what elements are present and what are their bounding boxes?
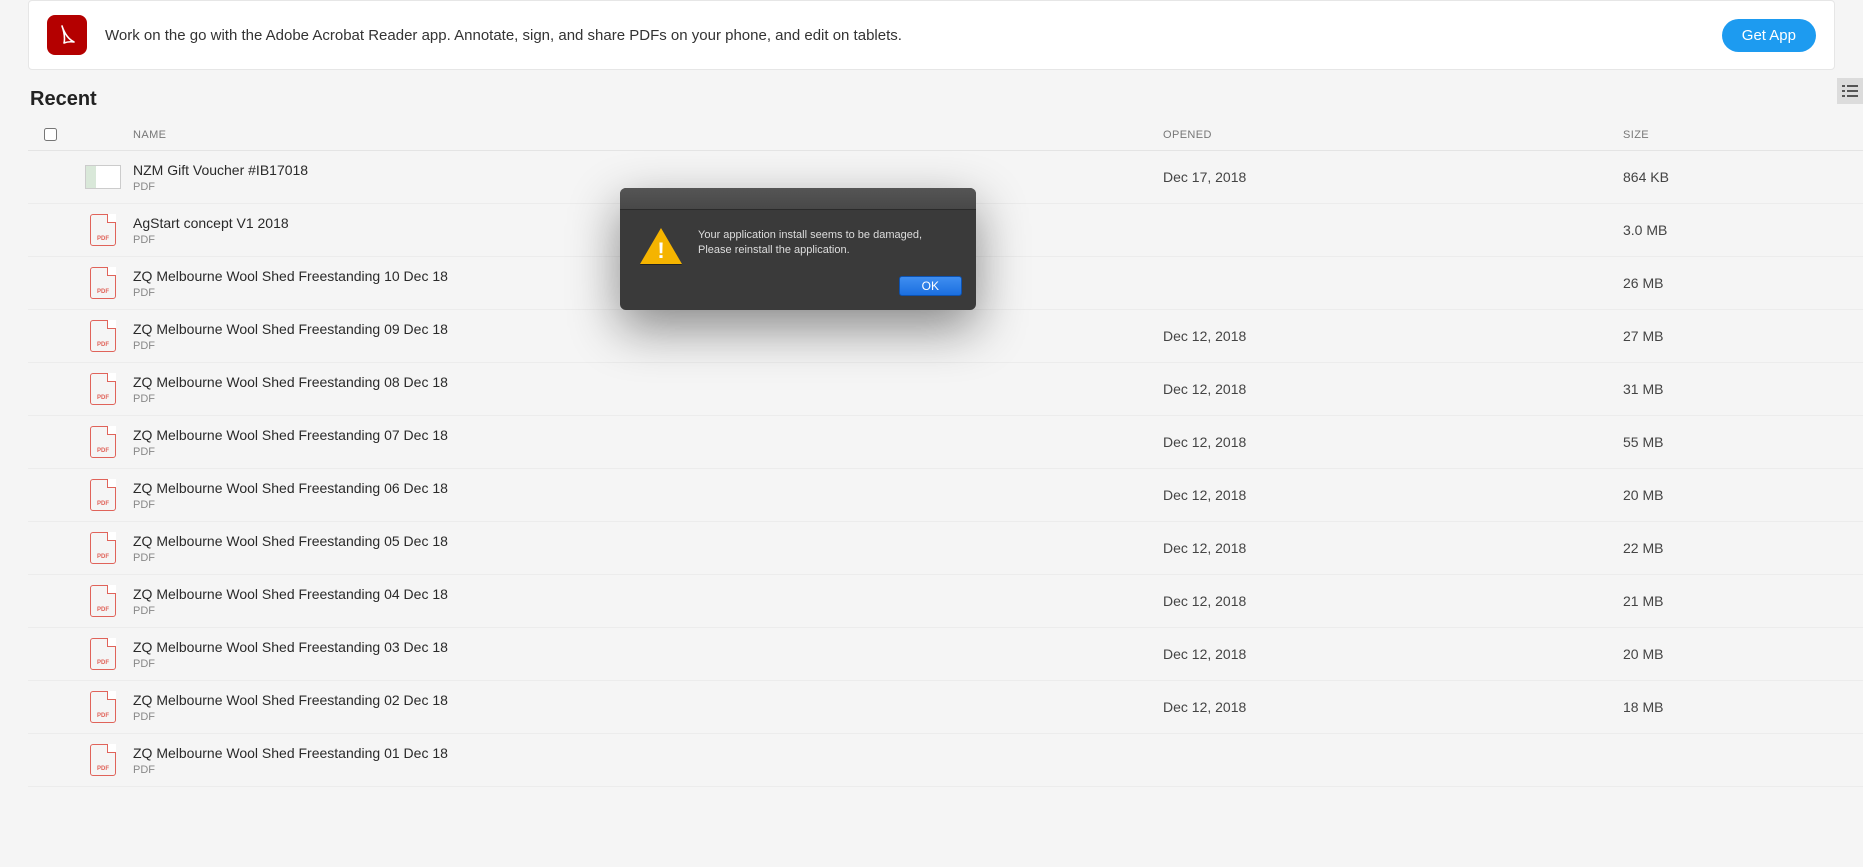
col-header-opened[interactable]: OPENED bbox=[1163, 129, 1623, 141]
file-type-label: PDF bbox=[133, 393, 1163, 405]
file-size: 21 MB bbox=[1623, 593, 1863, 609]
dialog-message: Your application install seems to be dam… bbox=[698, 228, 956, 266]
pdf-file-icon bbox=[90, 532, 116, 564]
dialog-titlebar[interactable] bbox=[620, 188, 976, 210]
file-size: 31 MB bbox=[1623, 381, 1863, 397]
pdf-file-icon bbox=[90, 426, 116, 458]
file-name: NZM Gift Voucher #IB17018 bbox=[133, 162, 1163, 178]
acrobat-app-icon bbox=[47, 15, 87, 55]
file-size: 18 MB bbox=[1623, 699, 1863, 715]
file-type-label: PDF bbox=[133, 711, 1163, 723]
file-type-label: PDF bbox=[133, 605, 1163, 617]
file-name: ZQ Melbourne Wool Shed Freestanding 05 D… bbox=[133, 533, 1163, 549]
file-name: ZQ Melbourne Wool Shed Freestanding 01 D… bbox=[133, 745, 1163, 761]
file-opened-date: Dec 12, 2018 bbox=[1163, 381, 1623, 397]
table-row[interactable]: ZQ Melbourne Wool Shed Freestanding 04 D… bbox=[28, 575, 1863, 628]
file-size: 26 MB bbox=[1623, 275, 1863, 291]
file-type-label: PDF bbox=[133, 764, 1163, 776]
file-size: 22 MB bbox=[1623, 540, 1863, 556]
table-row[interactable]: ZQ Melbourne Wool Shed Freestanding 01 D… bbox=[28, 734, 1863, 787]
table-row[interactable]: ZQ Melbourne Wool Shed Freestanding 09 D… bbox=[28, 310, 1863, 363]
file-opened-date: Dec 12, 2018 bbox=[1163, 434, 1623, 450]
dialog-ok-button[interactable]: OK bbox=[899, 276, 962, 296]
promo-banner-text: Work on the go with the Adobe Acrobat Re… bbox=[105, 27, 1704, 44]
select-all-cell bbox=[28, 128, 73, 141]
file-name: ZQ Melbourne Wool Shed Freestanding 03 D… bbox=[133, 639, 1163, 655]
file-opened-date: Dec 17, 2018 bbox=[1163, 169, 1623, 185]
view-toggle-button[interactable] bbox=[1837, 78, 1863, 104]
file-name: ZQ Melbourne Wool Shed Freestanding 02 D… bbox=[133, 692, 1163, 708]
select-all-checkbox[interactable] bbox=[44, 128, 57, 141]
file-name: ZQ Melbourne Wool Shed Freestanding 07 D… bbox=[133, 427, 1163, 443]
pdf-file-icon bbox=[90, 267, 116, 299]
pdf-file-icon bbox=[90, 585, 116, 617]
file-size: 864 KB bbox=[1623, 169, 1863, 185]
warning-icon: ! bbox=[640, 228, 682, 266]
promo-banner: Work on the go with the Adobe Acrobat Re… bbox=[28, 0, 1835, 70]
file-type-label: PDF bbox=[133, 658, 1163, 670]
file-opened-date: Dec 12, 2018 bbox=[1163, 593, 1623, 609]
list-view-icon bbox=[1842, 84, 1858, 98]
file-name: ZQ Melbourne Wool Shed Freestanding 08 D… bbox=[133, 374, 1163, 390]
file-size: 20 MB bbox=[1623, 646, 1863, 662]
pdf-file-icon bbox=[90, 373, 116, 405]
table-row[interactable]: ZQ Melbourne Wool Shed Freestanding 03 D… bbox=[28, 628, 1863, 681]
get-app-button[interactable]: Get App bbox=[1722, 19, 1816, 52]
col-header-name[interactable]: NAME bbox=[133, 129, 1163, 141]
table-row[interactable]: ZQ Melbourne Wool Shed Freestanding 08 D… bbox=[28, 363, 1863, 416]
pdf-file-icon bbox=[90, 691, 116, 723]
file-opened-date: Dec 12, 2018 bbox=[1163, 699, 1623, 715]
document-thumbnail-icon bbox=[85, 165, 121, 189]
file-opened-date: Dec 12, 2018 bbox=[1163, 540, 1623, 556]
pdf-file-icon bbox=[90, 638, 116, 670]
file-size: 27 MB bbox=[1623, 328, 1863, 344]
file-size: 55 MB bbox=[1623, 434, 1863, 450]
error-dialog: ! Your application install seems to be d… bbox=[620, 188, 976, 310]
section-title-recent: Recent bbox=[30, 88, 1863, 111]
file-type-label: PDF bbox=[133, 340, 1163, 352]
file-type-label: PDF bbox=[133, 499, 1163, 511]
file-name: ZQ Melbourne Wool Shed Freestanding 06 D… bbox=[133, 480, 1163, 496]
acrobat-logo-icon bbox=[55, 23, 79, 47]
file-opened-date: Dec 12, 2018 bbox=[1163, 487, 1623, 503]
file-name: ZQ Melbourne Wool Shed Freestanding 04 D… bbox=[133, 586, 1163, 602]
pdf-file-icon bbox=[90, 479, 116, 511]
file-type-label: PDF bbox=[133, 552, 1163, 564]
table-row[interactable]: ZQ Melbourne Wool Shed Freestanding 05 D… bbox=[28, 522, 1863, 575]
pdf-file-icon bbox=[90, 214, 116, 246]
table-row[interactable]: ZQ Melbourne Wool Shed Freestanding 07 D… bbox=[28, 416, 1863, 469]
file-opened-date: Dec 12, 2018 bbox=[1163, 646, 1623, 662]
pdf-file-icon bbox=[90, 744, 116, 776]
file-type-label: PDF bbox=[133, 446, 1163, 458]
col-header-size[interactable]: SIZE bbox=[1623, 129, 1863, 141]
table-row[interactable]: ZQ Melbourne Wool Shed Freestanding 06 D… bbox=[28, 469, 1863, 522]
pdf-file-icon bbox=[90, 320, 116, 352]
file-size: 20 MB bbox=[1623, 487, 1863, 503]
file-name: ZQ Melbourne Wool Shed Freestanding 09 D… bbox=[133, 321, 1163, 337]
file-size: 3.0 MB bbox=[1623, 222, 1863, 238]
file-opened-date: Dec 12, 2018 bbox=[1163, 328, 1623, 344]
table-header: NAME OPENED SIZE bbox=[28, 119, 1863, 151]
table-row[interactable]: ZQ Melbourne Wool Shed Freestanding 02 D… bbox=[28, 681, 1863, 734]
